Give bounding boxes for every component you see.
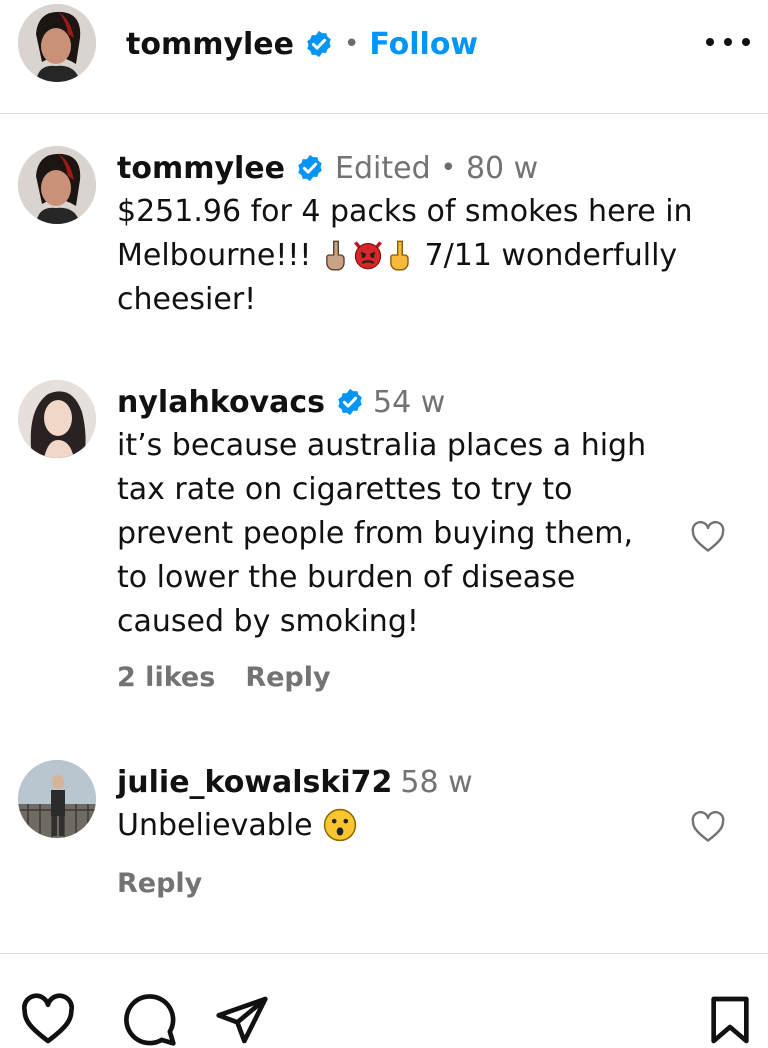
comment-time[interactable]: 58 w — [400, 765, 472, 800]
comment-icon[interactable] — [122, 992, 178, 1048]
header-user-line: tommylee • Follow — [126, 22, 478, 66]
comment-username[interactable]: julie_kowalski72 — [117, 765, 392, 800]
reply-button[interactable]: Reply — [245, 662, 330, 693]
caption-text: $251.96 for 4 packs of smokes here in Me… — [117, 190, 717, 322]
like-heart-icon[interactable] — [690, 810, 726, 844]
comment-username[interactable]: nylahkovacs — [117, 385, 325, 420]
caption-username[interactable]: tommylee — [117, 151, 285, 186]
avatar[interactable] — [18, 760, 96, 838]
edited-label: Edited — [335, 150, 431, 186]
verified-badge-icon — [304, 29, 334, 59]
more-options-icon[interactable] — [706, 28, 750, 56]
comment-meta: 2 likes Reply — [117, 662, 717, 693]
follow-button[interactable]: Follow — [369, 27, 478, 62]
post-action-bar — [0, 953, 768, 1046]
verified-badge-icon — [295, 153, 325, 183]
comment-header: julie_kowalski72 58 w — [117, 760, 717, 804]
comment-body: julie_kowalski72 58 w Unbelievable Reply — [117, 760, 717, 900]
separator-dot: • — [440, 153, 456, 183]
comment-header: nylahkovacs 54 w — [117, 380, 717, 424]
astonished-face-icon — [323, 808, 357, 842]
caption-body: tommylee Edited • 80 w $251.96 for 4 pac… — [117, 146, 717, 322]
caption-time[interactable]: 80 w — [466, 151, 538, 186]
caption-header: tommylee Edited • 80 w — [117, 146, 717, 190]
middle-finger-icon — [326, 240, 345, 271]
separator-dot: • — [344, 29, 360, 59]
share-icon[interactable] — [214, 992, 270, 1048]
avatar[interactable] — [18, 146, 96, 224]
likes-count[interactable]: 2 likes — [117, 662, 215, 693]
post-header: tommylee • Follow — [0, 0, 768, 114]
like-heart-icon[interactable] — [690, 520, 726, 554]
header-username[interactable]: tommylee — [126, 27, 294, 62]
comment-text-content: Unbelievable — [117, 808, 323, 843]
bookmark-icon[interactable] — [702, 992, 758, 1048]
comment-time[interactable]: 54 w — [373, 385, 445, 420]
middle-finger-icon — [390, 240, 409, 271]
comment-meta: Reply — [117, 868, 717, 899]
reply-button[interactable]: Reply — [117, 868, 202, 899]
comment-text: it’s because australia places a high tax… — [117, 428, 647, 639]
comment-body: nylahkovacs 54 w it’s because australia … — [117, 380, 717, 694]
comment-text: Unbelievable — [117, 804, 717, 848]
heart-icon[interactable] — [20, 992, 76, 1048]
verified-badge-icon — [335, 387, 365, 417]
avatar[interactable] — [18, 4, 96, 82]
avatar[interactable] — [18, 380, 96, 458]
angry-devil-icon — [354, 241, 382, 270]
